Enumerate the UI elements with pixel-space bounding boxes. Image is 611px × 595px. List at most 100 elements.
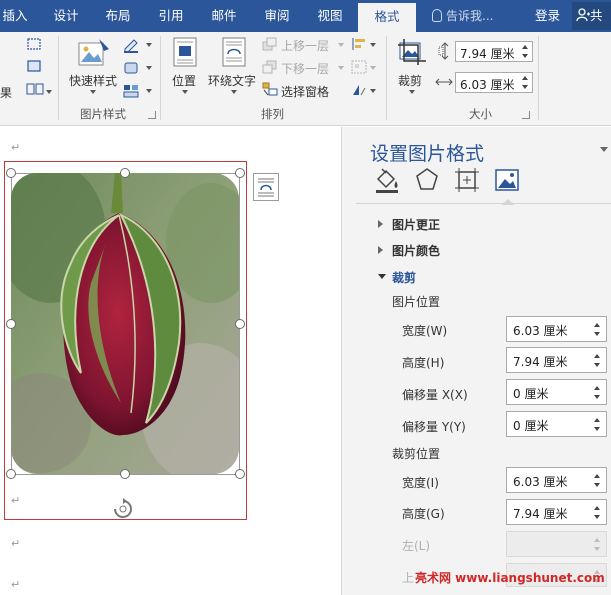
increment-icon[interactable]	[594, 354, 600, 358]
decrement-icon[interactable]	[594, 363, 600, 367]
send-backward-icon[interactable]	[262, 60, 278, 77]
bring-forward-label[interactable]: 上移一层	[281, 37, 329, 54]
effects-tab[interactable]	[412, 165, 442, 195]
tab-insert[interactable]: 插入	[0, 0, 30, 32]
tab-references[interactable]: 引用	[153, 0, 189, 32]
increment-icon[interactable]	[594, 538, 600, 542]
tab-format[interactable]: 格式	[358, 3, 416, 32]
group-objects-icon[interactable]	[351, 60, 367, 77]
increment-icon[interactable]	[522, 76, 528, 80]
pp-width-stepper[interactable]: 6.03 厘米	[506, 316, 607, 342]
quick-styles-label[interactable]: 快速样式	[69, 72, 117, 89]
resize-handle[interactable]	[120, 469, 130, 479]
picture-border-icon[interactable]	[26, 37, 42, 54]
chevron-down-icon[interactable]	[370, 89, 376, 93]
wrap-text-icon[interactable]	[221, 36, 247, 71]
tab-layout[interactable]: 布局	[100, 0, 136, 32]
chevron-down-icon[interactable]	[231, 90, 237, 94]
resize-handle[interactable]	[120, 168, 130, 178]
decrement-icon[interactable]	[594, 427, 600, 431]
offset-x-stepper[interactable]: 0 厘米	[506, 379, 607, 405]
decrement-icon[interactable]	[594, 515, 600, 519]
pane-options-chevron-icon[interactable]	[600, 147, 608, 152]
decrement-icon[interactable]	[594, 547, 600, 551]
person-icon	[576, 8, 590, 22]
offset-y-stepper[interactable]: 0 厘米	[506, 411, 607, 437]
wrap-text-label[interactable]: 环绕文字	[208, 72, 256, 89]
chevron-down-icon[interactable]	[90, 90, 96, 94]
increment-icon[interactable]	[594, 474, 600, 478]
position-icon[interactable]	[172, 36, 198, 71]
decrement-icon[interactable]	[522, 54, 528, 58]
resize-handle[interactable]	[235, 469, 245, 479]
chevron-down-icon[interactable]	[182, 90, 188, 94]
share-button[interactable]: 共	[572, 2, 611, 30]
cp-height-stepper[interactable]: 7.94 厘米	[506, 499, 607, 525]
decrement-icon[interactable]	[594, 483, 600, 487]
picture-layout-grid-icon[interactable]	[122, 83, 140, 102]
tab-view[interactable]: 视图	[312, 0, 348, 32]
crop-section[interactable]: 裁剪	[392, 269, 416, 286]
rotate-handle-icon[interactable]	[110, 497, 136, 524]
chevron-down-icon[interactable]	[146, 66, 152, 70]
chevron-down-icon[interactable]	[378, 274, 386, 279]
chevron-right-icon[interactable]	[378, 246, 383, 254]
chevron-down-icon[interactable]	[146, 43, 152, 47]
picture-effects-icon[interactable]	[26, 59, 42, 76]
decrement-icon[interactable]	[594, 395, 600, 399]
dialog-launcher-icon[interactable]	[522, 111, 530, 119]
width-stepper[interactable]: 6.03 厘米	[455, 72, 533, 93]
site-watermark: 亮术网 www.liangshunet.com	[415, 571, 605, 585]
tell-me-box[interactable]: 告诉我...	[432, 0, 493, 32]
increment-icon[interactable]	[522, 45, 528, 49]
position-label[interactable]: 位置	[172, 72, 196, 89]
increment-icon[interactable]	[594, 323, 600, 327]
crop-icon[interactable]	[397, 37, 427, 70]
layout-options-button[interactable]	[253, 173, 279, 201]
resize-handle[interactable]	[6, 319, 16, 329]
chevron-right-icon[interactable]	[378, 220, 383, 228]
chevron-down-icon[interactable]	[46, 90, 52, 94]
resize-handle[interactable]	[235, 168, 245, 178]
align-icon[interactable]	[351, 37, 367, 54]
bring-forward-icon[interactable]	[262, 37, 278, 54]
chevron-down-icon[interactable]	[338, 43, 344, 47]
picture-corrections-section[interactable]: 图片更正	[392, 216, 440, 233]
chevron-down-icon[interactable]	[409, 90, 415, 94]
picture-color-section[interactable]: 图片颜色	[392, 242, 440, 259]
decrement-icon[interactable]	[594, 332, 600, 336]
chevron-down-icon[interactable]	[370, 66, 376, 70]
increment-icon[interactable]	[594, 386, 600, 390]
decrement-icon[interactable]	[522, 85, 528, 89]
chevron-down-icon[interactable]	[370, 43, 376, 47]
resize-handle[interactable]	[235, 319, 245, 329]
chevron-down-icon[interactable]	[338, 66, 344, 70]
resize-handle[interactable]	[6, 168, 16, 178]
selection-pane-label[interactable]: 选择窗格	[281, 83, 329, 100]
crop-left-stepper[interactable]	[506, 531, 607, 557]
selection-pane-icon[interactable]	[262, 82, 278, 99]
fill-line-tab[interactable]	[372, 165, 402, 195]
crop-label[interactable]: 裁剪	[398, 72, 422, 89]
tab-mailings[interactable]: 邮件	[206, 0, 242, 32]
tab-design[interactable]: 设计	[48, 0, 84, 32]
resize-handle[interactable]	[6, 469, 16, 479]
increment-icon[interactable]	[594, 418, 600, 422]
pp-height-stepper[interactable]: 7.94 厘米	[506, 347, 607, 373]
rotate-icon[interactable]	[351, 83, 367, 100]
send-backward-label[interactable]: 下移一层	[281, 60, 329, 77]
quick-styles-icon[interactable]	[77, 37, 111, 72]
picture-border-color-icon[interactable]	[122, 37, 140, 56]
picture-tab[interactable]	[492, 165, 522, 195]
picture-layout-icon[interactable]	[26, 82, 44, 99]
cp-width-stepper[interactable]: 6.03 厘米	[506, 467, 607, 493]
chevron-down-icon[interactable]	[146, 89, 152, 93]
height-stepper[interactable]: 7.94 厘米	[455, 41, 533, 62]
increment-icon[interactable]	[594, 506, 600, 510]
login-button[interactable]: 登录	[535, 0, 560, 32]
layout-properties-tab[interactable]	[452, 165, 482, 195]
picture-effects-shape-icon[interactable]	[122, 60, 140, 79]
dialog-launcher-icon[interactable]	[148, 111, 156, 119]
rose-bud-picture[interactable]	[11, 173, 239, 474]
tab-review[interactable]: 审阅	[259, 0, 295, 32]
